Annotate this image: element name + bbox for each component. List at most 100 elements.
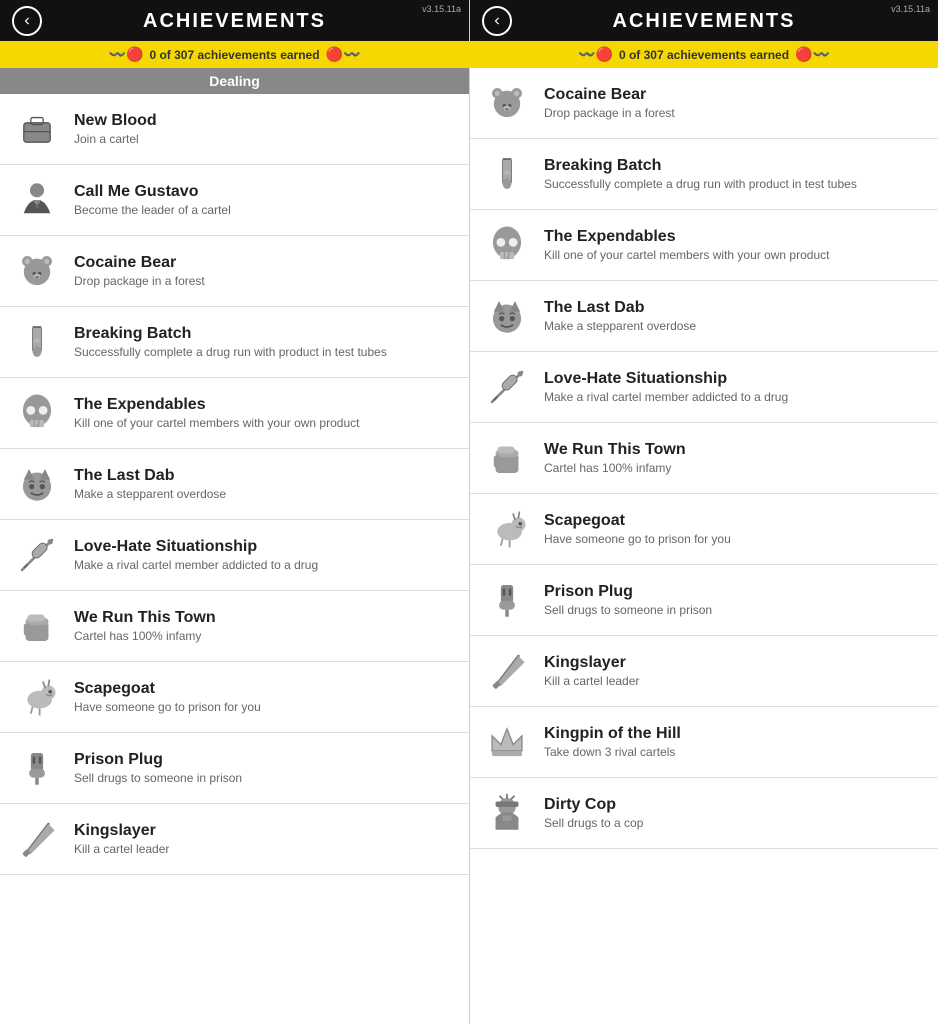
- achievement-info-love-hate-r: Love-Hate Situationship Make a rival car…: [544, 370, 926, 404]
- left-banner-text: 0 of 307 achievements earned: [149, 48, 319, 62]
- achievement-info-cocaine-bear-r: Cocaine Bear Drop package in a forest: [544, 86, 926, 120]
- achievement-desc-breaking-batch: Successfully complete a drug run with pr…: [74, 345, 457, 359]
- achievement-icon-prison-plug-r: [482, 575, 532, 625]
- left-category-label: Dealing: [0, 68, 469, 94]
- achievement-info-the-expendables-r: The Expendables Kill one of your cartel …: [544, 228, 926, 262]
- achievement-item-we-run-this-town-r[interactable]: We Run This Town Cartel has 100% infamy: [470, 423, 938, 494]
- achievement-name-we-run-this-town: We Run This Town: [74, 609, 457, 627]
- achievement-desc-we-run-this-town: Cartel has 100% infamy: [74, 629, 457, 643]
- achievement-name-kingslayer-r: Kingslayer: [544, 654, 926, 672]
- achievement-item-the-expendables-r[interactable]: The Expendables Kill one of your cartel …: [470, 210, 938, 281]
- achievement-info-kingslayer-r: Kingslayer Kill a cartel leader: [544, 654, 926, 688]
- achievement-icon-kingslayer: [12, 814, 62, 864]
- achievement-name-new-blood: New Blood: [74, 112, 457, 130]
- right-achievement-list: Cocaine Bear Drop package in a forest Br…: [470, 68, 938, 1024]
- achievement-info-breaking-batch-r: Breaking Batch Successfully complete a d…: [544, 157, 926, 191]
- achievement-name-kingslayer: Kingslayer: [74, 822, 457, 840]
- right-banner-text: 0 of 307 achievements earned: [619, 48, 789, 62]
- left-achievement-list: New Blood Join a cartel Call Me Gustavo …: [0, 94, 469, 1024]
- achievement-desc-the-expendables-r: Kill one of your cartel members with you…: [544, 248, 926, 262]
- right-version: v3.15.11a: [891, 4, 930, 14]
- achievement-name-cocaine-bear: Cocaine Bear: [74, 254, 457, 272]
- achievement-desc-the-expendables: Kill one of your cartel members with you…: [74, 416, 457, 430]
- achievement-info-breaking-batch: Breaking Batch Successfully complete a d…: [74, 325, 457, 359]
- achievement-info-we-run-this-town-r: We Run This Town Cartel has 100% infamy: [544, 441, 926, 475]
- achievement-name-the-last-dab-r: The Last Dab: [544, 299, 926, 317]
- achievement-name-scapegoat: Scapegoat: [74, 680, 457, 698]
- achievement-name-kingpin-of-the-hill: Kingpin of the Hill: [544, 725, 926, 743]
- achievement-icon-dirty-cop: [482, 788, 532, 838]
- achievement-desc-new-blood: Join a cartel: [74, 132, 457, 146]
- achievement-icon-new-blood: [12, 104, 62, 154]
- achievement-icon-love-hate-r: [482, 362, 532, 412]
- left-header: v3.15.11a ACHIEVEMENTS: [0, 0, 469, 41]
- achievement-icon-we-run-this-town-r: [482, 433, 532, 483]
- achievement-info-love-hate: Love-Hate Situationship Make a rival car…: [74, 538, 457, 572]
- achievement-name-love-hate: Love-Hate Situationship: [74, 538, 457, 556]
- achievement-desc-breaking-batch-r: Successfully complete a drug run with pr…: [544, 177, 926, 191]
- left-version: v3.15.11a: [422, 4, 461, 14]
- achievement-item-dirty-cop[interactable]: Dirty Cop Sell drugs to a cop: [470, 778, 938, 849]
- achievement-info-the-last-dab-r: The Last Dab Make a stepparent overdose: [544, 299, 926, 333]
- achievement-item-kingslayer[interactable]: Kingslayer Kill a cartel leader: [0, 804, 469, 875]
- achievement-icon-the-last-dab-r: [482, 291, 532, 341]
- left-banner-right-icon: 🔴〰️: [326, 46, 361, 63]
- achievement-item-prison-plug[interactable]: Prison Plug Sell drugs to someone in pri…: [0, 733, 469, 804]
- achievement-desc-scapegoat: Have someone go to prison for you: [74, 700, 457, 714]
- achievement-name-breaking-batch-r: Breaking Batch: [544, 157, 926, 175]
- right-back-button[interactable]: [482, 6, 512, 36]
- achievement-item-new-blood[interactable]: New Blood Join a cartel: [0, 94, 469, 165]
- achievement-icon-kingslayer-r: [482, 646, 532, 696]
- achievement-desc-kingslayer: Kill a cartel leader: [74, 842, 457, 856]
- achievement-name-prison-plug-r: Prison Plug: [544, 583, 926, 601]
- achievement-item-love-hate-r[interactable]: Love-Hate Situationship Make a rival car…: [470, 352, 938, 423]
- right-header: v3.15.11a ACHIEVEMENTS: [470, 0, 938, 41]
- achievement-icon-the-last-dab: [12, 459, 62, 509]
- achievement-item-scapegoat-r[interactable]: Scapegoat Have someone go to prison for …: [470, 494, 938, 565]
- achievement-item-call-me-gustavo[interactable]: Call Me Gustavo Become the leader of a c…: [0, 165, 469, 236]
- achievement-item-kingslayer-r[interactable]: Kingslayer Kill a cartel leader: [470, 636, 938, 707]
- left-back-button[interactable]: [12, 6, 42, 36]
- achievement-item-cocaine-bear-r[interactable]: Cocaine Bear Drop package in a forest: [470, 68, 938, 139]
- achievement-icon-call-me-gustavo: [12, 175, 62, 225]
- achievement-name-call-me-gustavo: Call Me Gustavo: [74, 183, 457, 201]
- achievement-desc-scapegoat-r: Have someone go to prison for you: [544, 532, 926, 546]
- achievement-item-cocaine-bear[interactable]: Cocaine Bear Drop package in a forest: [0, 236, 469, 307]
- achievement-item-the-expendables[interactable]: The Expendables Kill one of your cartel …: [0, 378, 469, 449]
- achievement-icon-kingpin-of-the-hill: [482, 717, 532, 767]
- achievement-desc-the-last-dab: Make a stepparent overdose: [74, 487, 457, 501]
- achievement-item-love-hate[interactable]: Love-Hate Situationship Make a rival car…: [0, 520, 469, 591]
- achievement-info-scapegoat-r: Scapegoat Have someone go to prison for …: [544, 512, 926, 546]
- achievement-item-the-last-dab[interactable]: The Last Dab Make a stepparent overdose: [0, 449, 469, 520]
- achievement-info-new-blood: New Blood Join a cartel: [74, 112, 457, 146]
- achievement-info-the-last-dab: The Last Dab Make a stepparent overdose: [74, 467, 457, 501]
- achievement-name-breaking-batch: Breaking Batch: [74, 325, 457, 343]
- achievement-info-prison-plug-r: Prison Plug Sell drugs to someone in pri…: [544, 583, 926, 617]
- achievement-icon-we-run-this-town: [12, 601, 62, 651]
- achievement-item-scapegoat[interactable]: Scapegoat Have someone go to prison for …: [0, 662, 469, 733]
- achievement-info-call-me-gustavo: Call Me Gustavo Become the leader of a c…: [74, 183, 457, 217]
- achievement-name-the-last-dab: The Last Dab: [74, 467, 457, 485]
- right-banner-right-icon: 🔴〰️: [795, 46, 830, 63]
- achievement-desc-love-hate: Make a rival cartel member addicted to a…: [74, 558, 457, 572]
- achievement-item-the-last-dab-r[interactable]: The Last Dab Make a stepparent overdose: [470, 281, 938, 352]
- achievement-item-kingpin-of-the-hill[interactable]: Kingpin of the Hill Take down 3 rival ca…: [470, 707, 938, 778]
- achievement-item-breaking-batch[interactable]: Breaking Batch Successfully complete a d…: [0, 307, 469, 378]
- achievement-name-prison-plug: Prison Plug: [74, 751, 457, 769]
- achievement-desc-prison-plug-r: Sell drugs to someone in prison: [544, 603, 926, 617]
- achievement-item-we-run-this-town[interactable]: We Run This Town Cartel has 100% infamy: [0, 591, 469, 662]
- achievement-icon-cocaine-bear: [12, 246, 62, 296]
- left-panel: v3.15.11a ACHIEVEMENTS 〰️🔴 0 of 307 achi…: [0, 0, 469, 1024]
- achievement-item-breaking-batch-r[interactable]: Breaking Batch Successfully complete a d…: [470, 139, 938, 210]
- achievement-info-prison-plug: Prison Plug Sell drugs to someone in pri…: [74, 751, 457, 785]
- left-title: ACHIEVEMENTS: [0, 10, 469, 33]
- achievement-desc-kingpin-of-the-hill: Take down 3 rival cartels: [544, 745, 926, 759]
- achievement-icon-the-expendables: [12, 388, 62, 438]
- right-title: ACHIEVEMENTS: [470, 10, 938, 33]
- achievement-name-love-hate-r: Love-Hate Situationship: [544, 370, 926, 388]
- achievement-item-prison-plug-r[interactable]: Prison Plug Sell drugs to someone in pri…: [470, 565, 938, 636]
- achievement-name-the-expendables-r: The Expendables: [544, 228, 926, 246]
- left-banner: 〰️🔴 0 of 307 achievements earned 🔴〰️: [0, 41, 469, 68]
- achievement-info-dirty-cop: Dirty Cop Sell drugs to a cop: [544, 796, 926, 830]
- achievement-icon-breaking-batch: [12, 317, 62, 367]
